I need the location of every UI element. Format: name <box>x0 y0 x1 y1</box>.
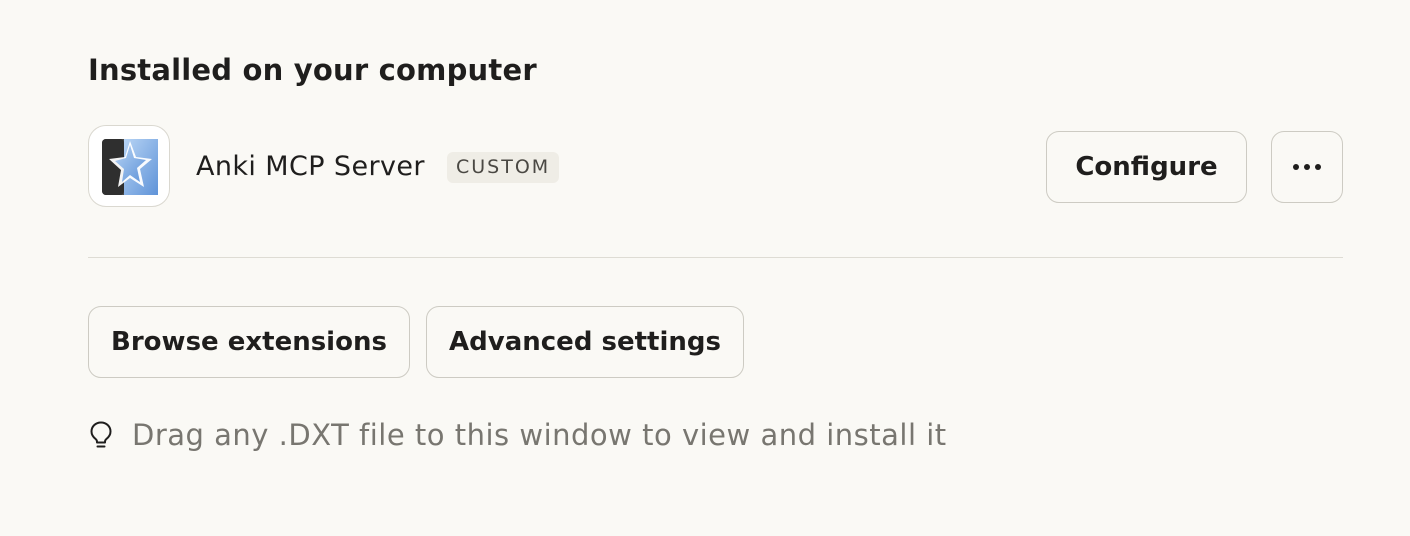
hint-text: Drag any .DXT file to this window to vie… <box>132 418 947 452</box>
more-options-button[interactable] <box>1271 131 1343 203</box>
lightbulb-icon <box>90 421 112 448</box>
configure-button[interactable]: Configure <box>1046 131 1247 203</box>
extension-row: Anki MCP Server CUSTOM Configure <box>88 125 1343 209</box>
anki-star-icon <box>102 139 158 195</box>
extension-icon <box>88 125 170 207</box>
section-title: Installed on your computer <box>88 53 537 87</box>
browse-extensions-button[interactable]: Browse extensions <box>88 306 410 378</box>
custom-badge: CUSTOM <box>447 152 560 183</box>
extension-name: Anki MCP Server <box>196 151 425 182</box>
divider <box>88 257 1343 258</box>
advanced-settings-button[interactable]: Advanced settings <box>426 306 744 378</box>
ellipsis-icon <box>1293 164 1321 170</box>
drag-hint: Drag any .DXT file to this window to vie… <box>88 414 947 456</box>
